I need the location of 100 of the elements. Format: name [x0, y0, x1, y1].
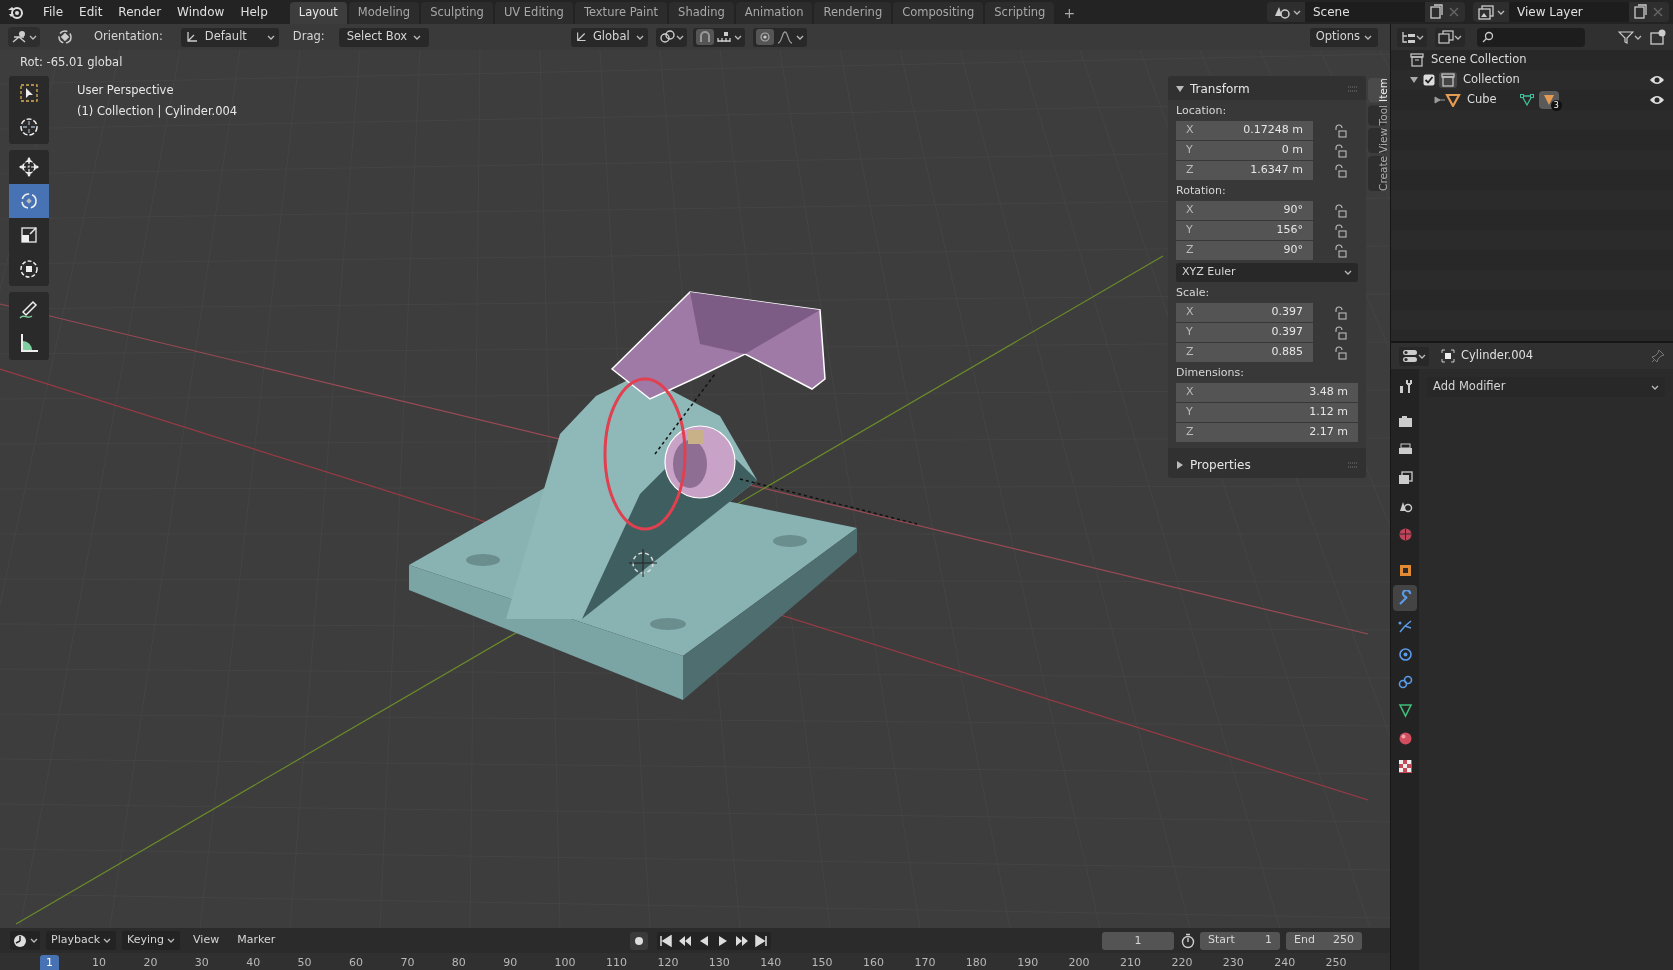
new-scene-icon[interactable]	[1427, 4, 1445, 20]
menu-item[interactable]: Marker	[232, 931, 281, 950]
menu-item[interactable]: Keying	[122, 931, 181, 950]
number-field[interactable]: Y 0 m	[1176, 141, 1313, 160]
workspace-tab[interactable]: Modeling	[348, 2, 420, 24]
number-field[interactable]: X 3.48 m	[1176, 383, 1358, 402]
sidebar-tab[interactable]: Create	[1368, 156, 1385, 192]
sidebar-tab[interactable]: Tool	[1368, 104, 1385, 126]
3d-cursor-icon	[628, 548, 658, 578]
number-field[interactable]: Z 90°	[1176, 241, 1313, 260]
number-field[interactable]: Y 0.397	[1176, 323, 1313, 342]
orientation-dropdown[interactable]: Default	[180, 27, 279, 47]
move-icon	[17, 155, 41, 179]
menu-item[interactable]: File	[35, 3, 72, 21]
display-mode-button[interactable]	[1397, 27, 1427, 47]
record-icon[interactable]	[630, 931, 649, 950]
frame-tick-label[interactable]: 1	[40, 955, 59, 970]
outliner-item[interactable]: Cube	[1467, 91, 1497, 109]
workspace-tab[interactable]: Layout	[289, 2, 347, 24]
padlock-icon[interactable]	[1333, 325, 1347, 340]
workspace-tab[interactable]: Texture Paint	[574, 2, 668, 24]
editor-type-button[interactable]	[1399, 346, 1429, 366]
padlock-icon[interactable]	[1333, 305, 1347, 320]
number-field[interactable]: X 90°	[1176, 201, 1313, 220]
number-field[interactable]: Z 1.6347 m	[1176, 161, 1313, 180]
expand-triangle-icon[interactable]	[1433, 95, 1445, 105]
pin-icon[interactable]	[1651, 349, 1665, 363]
padlock-icon[interactable]	[1333, 163, 1347, 178]
snap-increment-icon[interactable]	[715, 30, 732, 44]
scene-selector[interactable]: Scene	[1267, 2, 1465, 22]
image-stack-icon	[1438, 30, 1454, 44]
menu-item[interactable]: Playback	[46, 931, 117, 950]
padlock-icon[interactable]	[1333, 143, 1347, 158]
stopwatch-icon[interactable]	[1180, 932, 1196, 949]
sidebar-tab[interactable]: View	[1368, 128, 1385, 154]
drag-handle-icon	[1348, 462, 1358, 468]
add-workspace-button[interactable]: +	[1056, 2, 1083, 24]
eye-icon[interactable]	[1649, 74, 1665, 86]
padlock-icon[interactable]	[1333, 223, 1347, 238]
workspace-tab[interactable]: Sculpting	[421, 2, 493, 24]
falloff-curve-icon[interactable]	[776, 30, 793, 44]
caret-icon	[1634, 33, 1642, 41]
checker-icon	[1396, 757, 1414, 775]
magnet-icon[interactable]	[695, 29, 714, 45]
transform-orientation-dropdown[interactable]: Global	[570, 27, 648, 47]
outliner-item[interactable]: Collection	[1463, 71, 1520, 89]
scene-name[interactable]: Scene	[1305, 2, 1425, 22]
number-field[interactable]: X 0.397	[1176, 303, 1313, 322]
menu-item[interactable]: Edit	[71, 3, 111, 21]
number-field[interactable]: X 0.17248 m	[1176, 121, 1313, 140]
padlock-icon[interactable]	[1333, 345, 1347, 360]
add-modifier-dropdown[interactable]: Add Modifier	[1427, 377, 1665, 397]
sidebar-tab[interactable]: Item	[1368, 78, 1385, 102]
workspace-tab[interactable]: Rendering	[814, 2, 892, 24]
editor-type-button[interactable]	[8, 27, 40, 47]
editor-type-button[interactable]	[10, 931, 40, 950]
vertex-group-icon[interactable]	[1518, 93, 1535, 107]
pivot-button[interactable]	[655, 27, 687, 47]
menu-item[interactable]: Help	[232, 3, 276, 21]
workspace-tab[interactable]: Shading	[669, 2, 734, 24]
number-field[interactable]: Y 1.12 m	[1176, 403, 1358, 422]
padlock-icon[interactable]	[1333, 123, 1347, 138]
number-field[interactable]: Z 2.17 m	[1176, 423, 1358, 442]
workspace-tab[interactable]: UV Editing	[494, 2, 573, 24]
new-layer-icon[interactable]	[1631, 4, 1649, 20]
current-frame-field[interactable]: 1	[1102, 931, 1174, 950]
panel-header[interactable]: Properties	[1168, 454, 1366, 476]
menu-item[interactable]: Window	[169, 3, 233, 21]
close-icon[interactable]	[1447, 5, 1461, 19]
drag-dropdown[interactable]: Select Box	[338, 27, 429, 47]
new-collection-icon[interactable]	[1649, 29, 1667, 45]
view-layer-selector[interactable]: View Layer	[1473, 2, 1669, 22]
workspace-tab[interactable]: Animation	[735, 2, 813, 24]
number-field[interactable]: Y 156°	[1176, 221, 1313, 240]
material-badge[interactable]: 3	[1538, 91, 1559, 109]
menu-item[interactable]: Render	[110, 3, 170, 21]
padlock-icon[interactable]	[1333, 243, 1347, 258]
workspace-tab[interactable]: Compositing	[893, 2, 984, 24]
number-field[interactable]: Z 0.885	[1176, 343, 1313, 362]
options-dropdown[interactable]: Options	[1309, 27, 1378, 47]
view-layer-button[interactable]	[1435, 27, 1465, 47]
padlock-icon[interactable]	[1333, 203, 1347, 218]
view-layer-name[interactable]: View Layer	[1509, 2, 1629, 22]
eye-icon[interactable]	[1649, 94, 1665, 106]
checked-checkbox-icon[interactable]	[1423, 74, 1435, 86]
outliner-item[interactable]: Scene Collection	[1431, 51, 1527, 69]
select-box-icon	[17, 81, 41, 105]
rotation-mode-dropdown[interactable]: XYZ Euler	[1176, 263, 1358, 282]
panel-header[interactable]: Transform	[1168, 78, 1366, 100]
image-stack-icon	[1396, 469, 1414, 487]
menu-item[interactable]: View	[188, 931, 225, 950]
collapse-triangle-icon[interactable]	[1409, 75, 1419, 85]
search-field[interactable]	[1477, 27, 1585, 47]
blender-logo-icon[interactable]	[7, 4, 25, 20]
end-frame-field[interactable]: End 250	[1286, 931, 1362, 950]
caret-icon	[103, 937, 112, 944]
workspace-tab[interactable]: Scripting	[985, 2, 1055, 24]
close-icon[interactable]	[1651, 5, 1665, 19]
proportional-edit-icon[interactable]	[755, 29, 774, 45]
start-frame-field[interactable]: Start 1	[1200, 931, 1280, 950]
